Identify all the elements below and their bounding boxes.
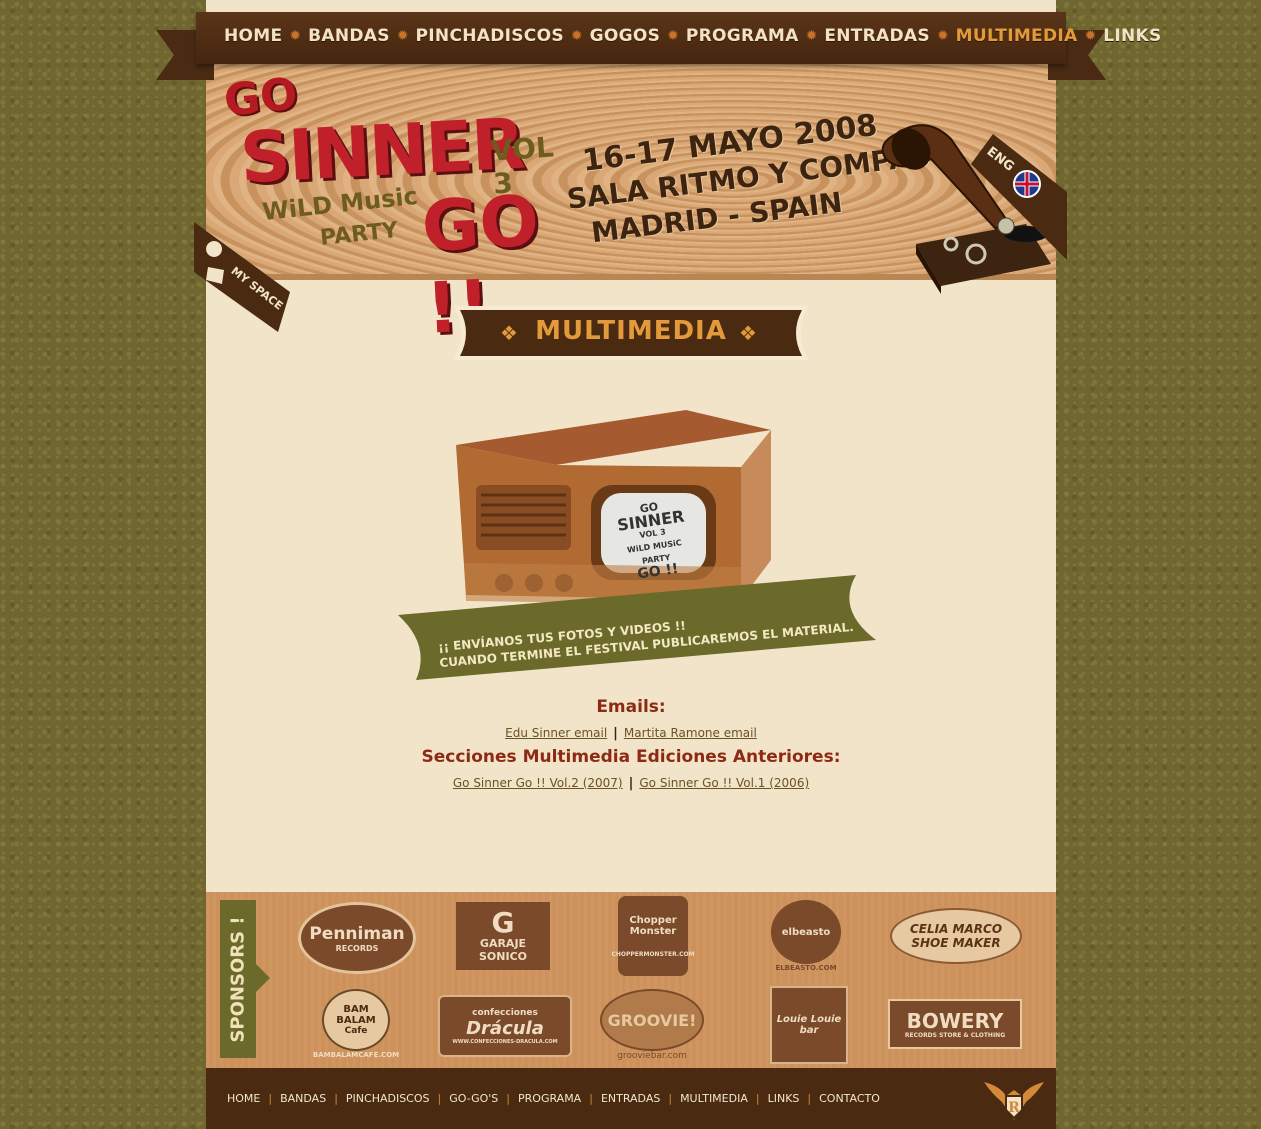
footer-link-multimedia[interactable]: MULTIMEDIA — [680, 1092, 748, 1105]
sponsor-garaje-sonico[interactable]: G GARAJE SONICO — [456, 902, 550, 970]
nav-item-multimedia[interactable]: MULTIMEDIA — [956, 26, 1078, 46]
sponsor-garaje-sub: SONICO — [479, 950, 527, 963]
nav-item-programa[interactable]: PROGRAMA — [686, 26, 799, 46]
star-icon: ✹ — [1084, 28, 1097, 44]
language-switch-eng[interactable]: ENG — [971, 134, 1067, 260]
nav-item-home[interactable]: HOME — [224, 26, 282, 46]
sponsor-bambalam-name: BAM BALAM — [336, 1004, 376, 1026]
sponsor-penniman[interactable]: Penniman RECORDS — [298, 902, 416, 974]
sponsor-bowery-sub: RECORDS STORE & CLOTHING — [904, 1031, 1006, 1039]
main-nav: HOME ✹ BANDAS ✹ PINCHADISCOS ✹ GOGOS ✹ PROGR… — [156, 12, 1161, 80]
star-icon: ✹ — [570, 28, 583, 44]
nav-item-links[interactable]: LINKS — [1103, 26, 1161, 46]
page-container: GO SINNER VOL 3 WiLD Music PARTY GO !! 1… — [194, 0, 1067, 1129]
sponsor-garaje-name: GARAJE — [479, 937, 527, 950]
decor-flourish-right-icon: ❖ — [739, 321, 757, 345]
footer-link-pinchadiscos[interactable]: PINCHADISCOS — [346, 1092, 430, 1105]
sponsor-groovie-sub: grooviebar.com — [617, 1051, 687, 1061]
sponsors-section: SPONSORS ! Penniman RECORDS G GARAJE SON… — [206, 892, 1056, 1068]
sponsor-elbeasto[interactable]: elbeasto ELBEASTO.COM — [770, 896, 842, 976]
footer-link-entradas[interactable]: ENTRADAS — [601, 1092, 660, 1105]
link-divider: | — [628, 776, 634, 791]
footer-divider: | — [334, 1092, 338, 1105]
sponsor-louie-louie[interactable]: Louie Louie bar — [770, 986, 848, 1064]
sponsor-bowery-name: BOWERY — [906, 1008, 1004, 1033]
sponsor-penniman-sub: RECORDS — [335, 943, 379, 953]
star-icon: ✹ — [936, 28, 949, 44]
footer-divider: | — [668, 1092, 673, 1105]
footer-link-links[interactable]: LINKS — [768, 1092, 800, 1105]
links-block: Emails: Edu Sinner email | Martita Ramone … — [206, 697, 1056, 793]
star-icon: ✹ — [667, 28, 679, 44]
footer-divider: | — [755, 1092, 760, 1105]
star-icon: ✹ — [805, 28, 818, 44]
sponsor-bambalam-mark-icon: BAM BALAM Cafe — [322, 989, 390, 1051]
nav-item-pinchadiscos[interactable]: PINCHADISCOS — [416, 26, 564, 46]
email-link-martita[interactable]: Martita Ramone email — [624, 726, 757, 740]
screen-logo: GO SINNER VOL 3 WiLD MUSiC PARTY GO !! — [596, 494, 711, 586]
sponsor-bambalam[interactable]: BAM BALAM Cafe BAMBALAMCAFE.COM — [304, 984, 408, 1064]
sponsor-celia-marco[interactable]: CELIA MARCO SHOE MAKER — [890, 908, 1022, 964]
previous-editions-title: Secciones Multimedia Ediciones Anteriore… — [421, 747, 841, 767]
sponsor-louie-name: Louie Louie — [776, 1014, 842, 1025]
sponsor-celia-sub: SHOE MAKER — [911, 936, 1001, 950]
sponsors-label: SPONSORS ! — [227, 915, 249, 1043]
sponsor-chopper-name: Chopper Monster — [629, 914, 677, 937]
footer-link-programa[interactable]: PROGRAMA — [518, 1092, 581, 1105]
footer: HOME | BANDAS | PINCHADISCOS | GO-GO'S | PRO… — [206, 1068, 1056, 1129]
sponsor-garaje-mark: G — [491, 906, 515, 939]
sponsor-groovie-mark-icon: GROOVIE! — [600, 989, 704, 1051]
header-banner: GO SINNER VOL 3 WiLD Music PARTY GO !! 1… — [194, 52, 1067, 350]
sponsor-dracula-top: confecciones — [472, 1007, 538, 1018]
sponsor-elbeasto-sub: ELBEASTO.COM — [775, 964, 837, 972]
nav-item-gogos[interactable]: GOGOS — [590, 26, 661, 46]
sponsor-penniman-name: Penniman — [309, 923, 405, 944]
footer-divider: | — [807, 1092, 812, 1105]
nav-item-bandas[interactable]: BANDAS — [308, 26, 390, 46]
emails-title: Emails: — [596, 697, 666, 717]
sponsor-groovie[interactable]: GROOVIE! grooviebar.com — [600, 987, 704, 1063]
sponsors-label-tab: SPONSORS ! — [220, 900, 270, 1058]
footer-link-gogos[interactable]: GO-GO'S — [449, 1092, 498, 1105]
previous-link-vol2[interactable]: Go Sinner Go !! Vol.2 (2007) — [453, 776, 623, 790]
previous-links-row: Go Sinner Go !! Vol.2 (2007) | Go Sinner G… — [206, 773, 1056, 793]
sponsor-dracula[interactable]: confecciones Drácula WWW.CONFECCIONES-DR… — [438, 995, 572, 1057]
sponsor-groovie-name: GROOVIE! — [607, 1010, 697, 1030]
footer-divider: | — [268, 1092, 273, 1105]
myspace-tab[interactable]: MY SPACE — [194, 222, 290, 332]
footer-nav: HOME | BANDAS | PINCHADISCOS | GO-GO'S | PRO… — [227, 1092, 880, 1105]
sponsor-bambalam-sub: BAMBALAMCAFE.COM — [312, 1051, 400, 1059]
sponsor-elbeasto-name: elbeasto — [781, 926, 831, 938]
email-links-row: Edu Sinner email | Martita Ramone email — [206, 723, 1056, 743]
sponsor-chopper-sub: CHOPPERMONSTER.COM — [611, 950, 695, 958]
sponsor-bambalam-extra: Cafe — [344, 1026, 368, 1036]
previous-link-vol1[interactable]: Go Sinner Go !! Vol.1 (2006) — [639, 776, 809, 790]
sponsor-louie-sub: bar — [799, 1025, 819, 1036]
footer-emblem-icon[interactable]: R — [982, 1076, 1046, 1122]
sponsors-notch — [256, 964, 270, 992]
star-icon: ✹ — [289, 28, 302, 44]
sponsor-dracula-name: Drácula — [466, 1017, 544, 1039]
footer-link-bandas[interactable]: BANDAS — [280, 1092, 326, 1105]
sponsor-bowery[interactable]: BOWERY RECORDS STORE & CLOTHING — [888, 999, 1022, 1049]
footer-link-contacto[interactable]: CONTACTO — [819, 1092, 880, 1105]
svg-text:R: R — [1008, 1100, 1020, 1116]
main-nav-items: HOME ✹ BANDAS ✹ PINCHADISCOS ✹ GOGOS ✹ PROGR… — [224, 26, 1162, 46]
sponsor-dracula-sub: WWW.CONFECCIONES-DRACULA.COM — [452, 1038, 558, 1045]
sponsor-celia-name: CELIA MARCO — [909, 922, 1003, 936]
link-divider: | — [613, 726, 618, 741]
sponsor-chopper-monster[interactable]: Chopper Monster CHOPPERMONSTER.COM — [611, 896, 695, 976]
footer-divider: | — [506, 1092, 511, 1105]
star-icon: ✹ — [396, 28, 409, 44]
sponsor-elbeasto-mark-icon: elbeasto — [771, 900, 841, 964]
email-link-edu[interactable]: Edu Sinner email — [505, 726, 607, 740]
radio-illustration: GO SINNER VOL 3 WiLD MUSiC PARTY GO !! ¡… — [386, 405, 896, 695]
section-title-ribbon: ❖ MULTIMEDIA ❖ — [454, 306, 808, 360]
footer-divider: | — [437, 1092, 442, 1105]
logo-party: PARTY — [318, 217, 400, 252]
footer-link-home[interactable]: HOME — [227, 1092, 260, 1105]
event-info: 16-17 MAYO 2008 SALA RITMO Y COMPAS MADR… — [565, 108, 932, 252]
footer-divider: | — [589, 1092, 593, 1105]
nav-item-entradas[interactable]: ENTRADAS — [824, 26, 930, 46]
